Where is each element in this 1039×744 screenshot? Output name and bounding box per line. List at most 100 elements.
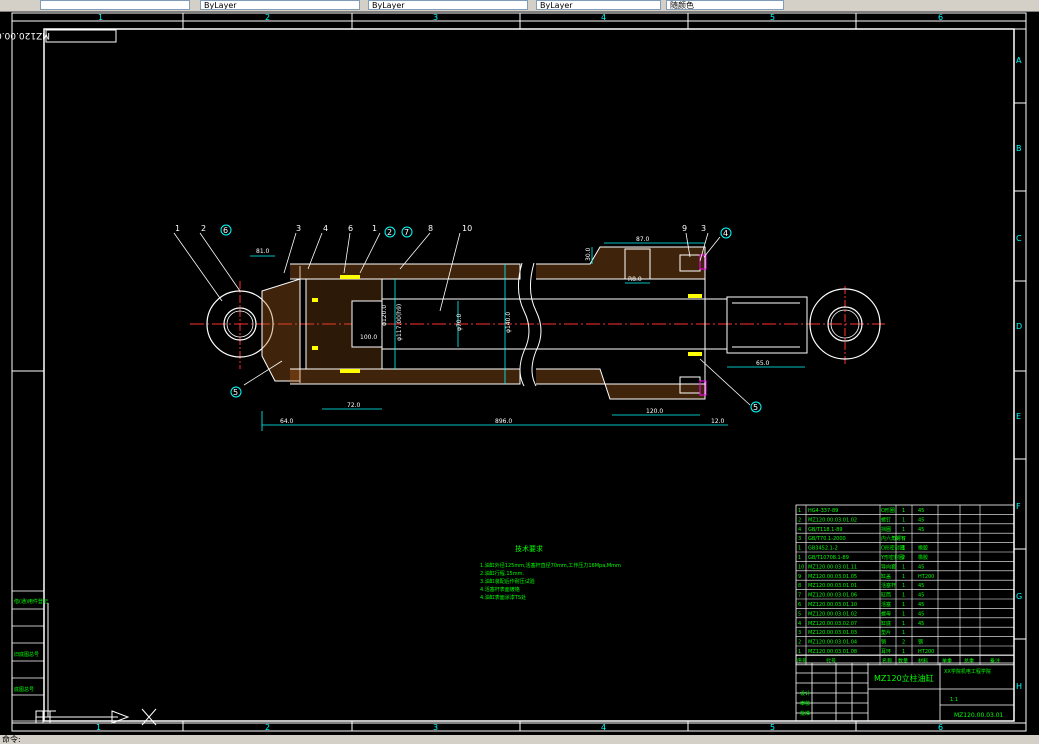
svg-text:φ140.0: φ140.0 [505,312,512,333]
bom-cell: 橡胶 [918,554,928,561]
left-table-label-2: 旧底图总号 [14,651,39,658]
svg-text:R8.0: R8.0 [628,276,642,283]
svg-text:4: 4 [601,723,606,732]
cad-drawing-canvas[interactable]: 1 2 3 4 5 6 1 2 3 4 5 6 A B C D E F G H … [0,11,1039,735]
bom-cell: GB/T10708.1-89 [808,555,849,561]
svg-text:1: 1 [372,224,377,233]
bom-cell: 1 [902,611,905,617]
bom-cell: 2 [798,517,801,523]
svg-text:1: 1 [98,13,103,22]
bom-cell: 45 [918,611,924,617]
svg-text:2: 2 [265,723,270,732]
cylinder-assembly [190,246,885,400]
bom-cell: 螺母 [881,610,891,617]
drawing-number-box: MZ120.00.03.01 [0,29,117,43]
bom-cell: 橡胶 [918,545,928,552]
bom-cell: MZ120.00.03.01.02 [808,517,857,523]
bom-cell: 导向套 [881,563,896,570]
bom-cell: 垫片 [881,629,891,636]
bom-cell: 1 [902,649,905,655]
svg-text:9: 9 [682,224,687,233]
title-block-check-label: 审核 [800,700,810,707]
bom-cell: 1 [902,546,905,552]
bom-cell: MZ120.00.03.01.04 [808,640,857,646]
bom-cell: 缸盖 [881,573,891,580]
bom-cell: 5 [902,536,905,542]
color-dropdown[interactable]: 随颜色 [666,0,784,10]
bom-cell: 3 [798,536,801,542]
svg-text:4.油缸表面涂漆TS处: 4.油缸表面涂漆TS处 [480,594,526,601]
bom-cell: 45 [918,517,924,523]
svg-text:2: 2 [265,13,270,22]
svg-text:64.0: 64.0 [280,418,294,425]
toolbar-dropdown-1[interactable] [40,0,190,10]
svg-text:5: 5 [233,388,238,397]
bom-cell: MZ120.00.03.01.10 [808,602,857,608]
bom-cell: 螺钉 [881,516,891,523]
bom-cell: 1 [902,527,905,533]
bom-cell: GB/T70.1-2000 [808,536,846,542]
bom-cell: HT200 [918,574,934,580]
linetype-dropdown[interactable]: ByLayer [200,0,360,10]
bom-cell: 1 [902,517,905,523]
svg-text:5: 5 [770,723,775,732]
svg-text:7: 7 [404,228,409,237]
bom-cell: 钢 [918,639,923,646]
svg-text:4: 4 [601,13,606,22]
bom-cell: 1 [798,649,801,655]
title-block-school: XX学院机电工程学院 [944,668,991,675]
bom-cell: MZ120.00.03.01.05 [808,574,857,580]
bom-cell: 销 [881,639,886,646]
bom-cell: 1 [902,508,905,514]
title-block-design-label: 设计 [800,690,810,697]
svg-text:12.0: 12.0 [711,418,725,425]
bom-cell: 活塞杆 [881,582,896,589]
bom-cell: 缸筒 [881,592,891,599]
bom-cell: MZ120.00.03.01.11 [808,564,857,570]
bom-cell: 1 [798,546,801,552]
bom-cell: 8 [798,583,801,589]
svg-text:87.0: 87.0 [636,236,650,243]
svg-text:F: F [1016,502,1021,511]
bom-cell: 2 [902,640,905,646]
inner-frame [43,28,1015,722]
svg-text:4: 4 [323,224,328,233]
svg-text:技术要求: 技术要求 [515,544,543,553]
bom-cell: 45 [918,583,924,589]
svg-text:1: 1 [175,224,180,233]
bom-cell: MZ120.00.03.01.02 [808,611,857,617]
svg-text:72.0: 72.0 [347,402,361,409]
svg-text:3: 3 [433,13,438,22]
svg-text:H: H [1016,682,1022,691]
bom-cell: 1 [902,621,905,627]
bom-cell: MZ120.00.03.01.08 [808,649,857,655]
svg-text:B: B [1016,144,1022,153]
bom-cell: MZ120.00.03.01.06 [808,593,857,599]
svg-text:30.0: 30.0 [585,247,592,261]
svg-text:4: 4 [723,229,728,238]
svg-text:4.活塞杆表面镀铬: 4.活塞杆表面镀铬 [480,586,520,593]
bom-cell: GB3452.1-2 [808,546,838,552]
lineweight-dropdown[interactable]: ByLayer [368,0,528,10]
bom-cell: 2 [798,640,801,646]
technical-requirements: 技术要求 1.油缸外径125mm,活塞杆直径70mm,工作压力16Mpa,Mmm… [480,544,621,601]
svg-text:5: 5 [770,13,775,22]
svg-text:φ117.00(h9): φ117.00(h9) [396,304,403,341]
bom-cell: MZ120.00.03.02.07 [808,621,857,627]
bill-of-materials: 1 HG4-337-89 O形圈 1 452 MZ120.00.03.01.02 螺钉 1 45… [795,504,1015,666]
svg-text:E: E [1016,412,1021,421]
bom-cell: 缸底 [881,620,891,627]
plotstyle-dropdown[interactable]: ByLayer [536,0,661,10]
svg-text:G: G [1016,592,1022,601]
svg-text:2.油缸行程.15mm.: 2.油缸行程.15mm. [480,570,524,577]
svg-text:3: 3 [296,224,301,233]
bom-cell: 10 [798,564,804,570]
bom-cell: 45 [918,621,924,627]
bom-cell: 45 [918,527,924,533]
svg-text:3: 3 [433,723,438,732]
command-line[interactable]: 命令: [0,735,1039,744]
bom-cell: 7 [798,593,801,599]
bom-cell: MZ120.00.03.01.03 [808,630,857,636]
svg-text:81.0: 81.0 [256,248,270,255]
bom-cell: HT200 [918,649,934,655]
